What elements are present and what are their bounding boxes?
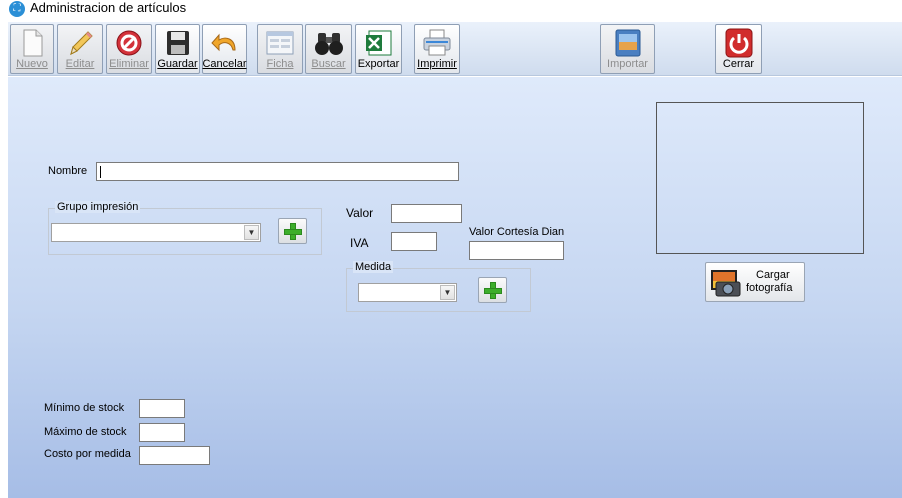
camera-icon bbox=[711, 270, 741, 297]
editar-label: Editar bbox=[65, 58, 95, 70]
nombre-label: Nombre bbox=[48, 165, 88, 177]
nuevo-label: Nuevo bbox=[16, 58, 48, 70]
maximo-stock-input[interactable] bbox=[139, 423, 185, 442]
ficha-button[interactable]: Ficha bbox=[257, 24, 303, 74]
undo-arrow-icon bbox=[210, 33, 236, 52]
add-medida-button[interactable] bbox=[478, 277, 507, 303]
cargar-label: Cargar bbox=[756, 269, 790, 281]
buscar-button[interactable]: Buscar bbox=[305, 24, 352, 74]
chevron-down-icon[interactable]: ▼ bbox=[244, 225, 259, 240]
valor-input[interactable] bbox=[391, 204, 462, 223]
form-area: Nombre Grupo impresión ▼ Valor IVA Valor… bbox=[8, 77, 902, 498]
importar-label: Importar bbox=[607, 58, 648, 70]
exportar-label: Exportar bbox=[357, 58, 400, 70]
importar-button[interactable]: Importar bbox=[600, 24, 655, 74]
guardar-button[interactable]: Guardar bbox=[155, 24, 200, 74]
buscar-label: Buscar bbox=[311, 58, 346, 70]
eliminar-label: Eliminar bbox=[109, 58, 149, 70]
power-icon bbox=[725, 28, 752, 58]
eliminar-button[interactable]: Eliminar bbox=[106, 24, 152, 74]
minimo-stock-input[interactable] bbox=[139, 399, 185, 418]
valor-label: Valor bbox=[346, 206, 374, 220]
medida-select[interactable]: ▼ bbox=[358, 283, 457, 302]
delete-icon bbox=[116, 30, 142, 56]
title-bar: ⛶ Administracion de artículos bbox=[0, 0, 902, 22]
maximo-stock-label: Máximo de stock bbox=[44, 426, 127, 438]
text-caret bbox=[100, 166, 101, 178]
medida-label: Medida bbox=[353, 261, 394, 273]
nuevo-button[interactable]: Nuevo bbox=[10, 24, 54, 74]
floppy-disk-icon bbox=[166, 31, 189, 55]
form-sheet-icon bbox=[266, 31, 294, 55]
grupo-impresion-select[interactable]: ▼ bbox=[51, 223, 261, 242]
excel-icon bbox=[365, 30, 391, 56]
import-icon bbox=[615, 29, 640, 57]
cerrar-button[interactable]: Cerrar bbox=[715, 24, 762, 74]
binoculars-icon bbox=[314, 33, 343, 55]
valor-cortesia-label: Valor Cortesía Dian bbox=[469, 226, 565, 238]
imprimir-button[interactable]: Imprimir bbox=[414, 24, 460, 74]
printer-icon bbox=[423, 29, 451, 56]
iva-input[interactable] bbox=[391, 232, 437, 251]
costo-medida-label: Costo por medida bbox=[44, 448, 131, 460]
chevron-down-icon[interactable]: ▼ bbox=[440, 285, 455, 300]
app-icon: ⛶ bbox=[9, 1, 25, 17]
window-title: Administracion de artículos bbox=[30, 0, 187, 15]
photo-frame bbox=[656, 102, 864, 254]
imprimir-label: Imprimir bbox=[417, 58, 457, 70]
costo-medida-input[interactable] bbox=[139, 446, 210, 465]
add-grupo-button[interactable] bbox=[278, 218, 307, 244]
iva-label: IVA bbox=[350, 236, 369, 250]
guardar-label: Guardar bbox=[157, 58, 198, 70]
new-document-icon bbox=[23, 29, 43, 57]
cancelar-label: Cancelar bbox=[202, 58, 247, 70]
toolbar: Nuevo Editar Eliminar Guardar Cancelar F… bbox=[8, 22, 902, 76]
pencil-icon bbox=[70, 31, 93, 55]
exportar-button[interactable]: Exportar bbox=[355, 24, 402, 74]
cancelar-button[interactable]: Cancelar bbox=[202, 24, 247, 74]
ficha-label: Ficha bbox=[266, 58, 294, 70]
grupo-impresion-label: Grupo impresión bbox=[55, 201, 141, 213]
cerrar-label: Cerrar bbox=[722, 58, 755, 70]
editar-button[interactable]: Editar bbox=[57, 24, 103, 74]
nombre-input[interactable] bbox=[96, 162, 459, 181]
minimo-stock-label: Mínimo de stock bbox=[44, 402, 125, 414]
valor-cortesia-input[interactable] bbox=[469, 241, 564, 260]
fotografia-label: fotografía bbox=[746, 282, 793, 294]
cargar-fotografia-button[interactable]: Cargar fotografía bbox=[705, 262, 805, 302]
